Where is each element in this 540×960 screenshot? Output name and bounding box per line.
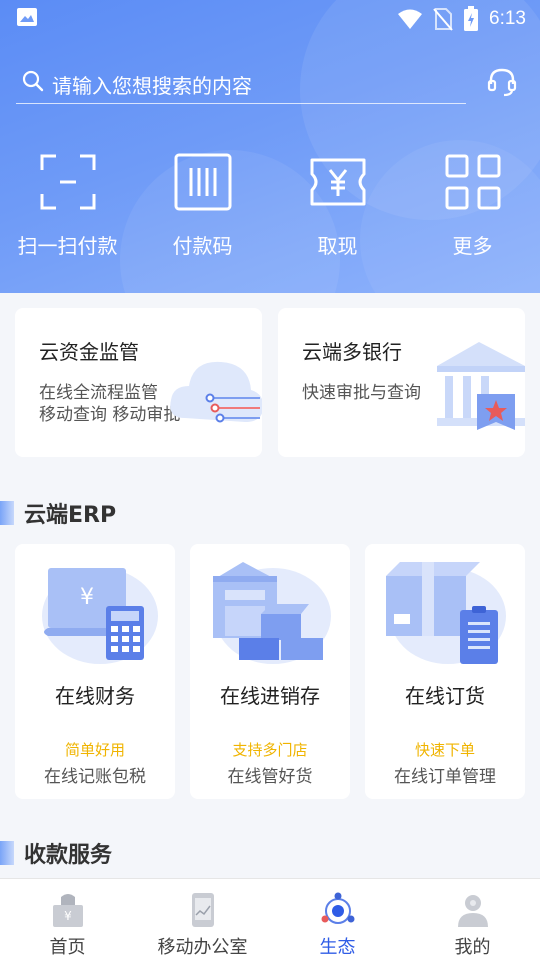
payment-code-button[interactable]: 付款码 (135, 150, 270, 259)
bottom-navigation: ¥ 首页 移动办公室 生态 我的 (0, 878, 540, 960)
erp-card-tag: 支持多门店 (232, 741, 308, 759)
tablet-chart-icon (191, 893, 214, 927)
cloud-fund-supervision-card[interactable]: 云资金监管 在线全流程监管 移动查询 移动审批 (15, 308, 262, 457)
erp-card-desc: 在线管好货 (227, 767, 313, 787)
warehouse-icon (213, 562, 331, 664)
nav-label: 首页 (49, 937, 86, 958)
grid-more-icon (445, 154, 500, 210)
search-placeholder: 请输入您想搜索的内容 (52, 74, 252, 98)
quick-action-label: 更多 (452, 234, 493, 258)
package-clipboard-icon (386, 562, 506, 664)
nav-label: 生态 (319, 937, 356, 958)
cloud-circuit-icon (170, 361, 262, 423)
erp-card-desc: 在线记账包税 (44, 767, 146, 787)
card-subtitle: 快速审批与查询 (302, 383, 421, 403)
search-icon (22, 70, 44, 92)
no-sim-icon (433, 8, 453, 31)
finance-calculator-icon: ¥ (42, 568, 158, 664)
nav-tab-home[interactable]: ¥ 首页 (0, 879, 135, 960)
card-subtitle: 移动查询 移动审批 (39, 405, 181, 425)
gallery-icon (17, 8, 37, 26)
search-input[interactable]: 请输入您想搜索的内容 (16, 62, 466, 104)
nav-label: 移动办公室 (157, 937, 248, 958)
section-title: 收款服务 (24, 843, 113, 868)
header-banner: 6:13 请输入您想搜索的内容 扫一扫付款 付款码 取现 更多 (0, 0, 540, 293)
nav-tab-mine[interactable]: 我的 (405, 879, 540, 960)
barcode-icon (174, 153, 231, 211)
clock-time: 6:13 (489, 8, 526, 29)
nav-tab-ecosystem[interactable]: 生态 (270, 879, 405, 960)
erp-card-desc: 在线订单管理 (394, 767, 496, 787)
section-header-payment: 收款服务 (0, 838, 112, 868)
cloud-multi-bank-card[interactable]: 云端多银行 快速审批与查询 (278, 308, 525, 457)
section-accent-bar (0, 501, 14, 525)
svg-text:¥: ¥ (64, 909, 72, 923)
wifi-icon (398, 9, 423, 29)
scan-icon (40, 154, 95, 210)
bank-building-icon (437, 342, 525, 430)
quick-action-label: 扫一扫付款 (17, 234, 118, 258)
cash-ticket-icon (310, 158, 365, 206)
withdraw-button[interactable]: 取现 (270, 150, 405, 259)
ecosystem-icon (321, 892, 354, 924)
status-bar: 6:13 (0, 0, 540, 36)
erp-card-title: 在线财务 (55, 684, 135, 708)
erp-card-finance[interactable]: ¥ 在线财务 简单好用 在线记账包税 (15, 544, 175, 799)
home-bank-icon: ¥ (52, 894, 83, 927)
erp-card-title: 在线订货 (405, 684, 485, 708)
quick-action-label: 付款码 (172, 234, 233, 258)
svg-text:¥: ¥ (80, 585, 94, 610)
card-title: 云资金监管 (39, 340, 139, 364)
card-title: 云端多银行 (302, 340, 402, 364)
nav-tab-mobile-office[interactable]: 移动办公室 (135, 879, 270, 960)
section-header-erp: 云端ERP (0, 498, 116, 528)
erp-card-tag: 简单好用 (64, 741, 125, 759)
erp-card-ordering[interactable]: 在线订货 快速下单 在线订单管理 (365, 544, 525, 799)
erp-card-inventory[interactable]: 在线进销存 支持多门店 在线管好货 (190, 544, 350, 799)
battery-charging-icon (464, 6, 479, 31)
more-button[interactable]: 更多 (405, 150, 540, 259)
erp-card-title: 在线进销存 (220, 684, 320, 708)
customer-service-icon[interactable] (486, 66, 518, 98)
quick-action-label: 取现 (317, 234, 358, 258)
section-accent-bar (0, 841, 14, 865)
user-profile-icon (457, 895, 488, 927)
erp-card-tag: 快速下单 (414, 741, 475, 759)
section-title: 云端ERP (24, 503, 117, 528)
nav-label: 我的 (454, 937, 491, 958)
scan-pay-button[interactable]: 扫一扫付款 (0, 150, 135, 259)
